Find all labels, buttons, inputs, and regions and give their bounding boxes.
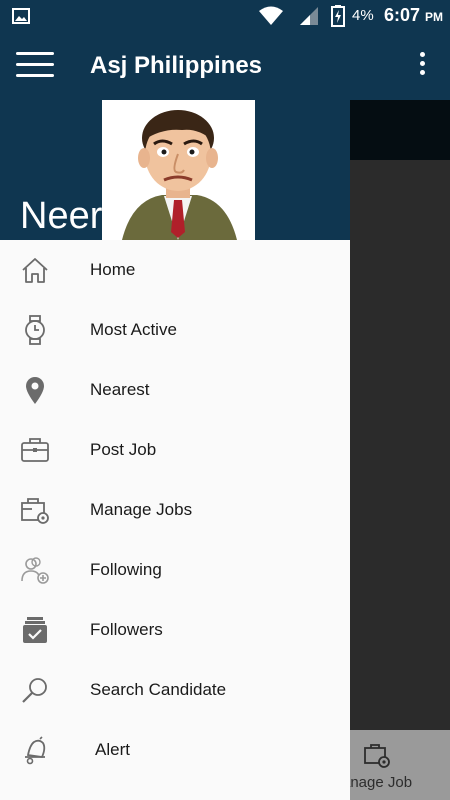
briefcase-icon [21, 438, 49, 462]
briefcase-gear-icon [21, 498, 49, 524]
briefcase-gear-icon [364, 744, 390, 768]
clock: 6:07 PM [384, 5, 443, 26]
bottom-tab-manage-job[interactable]: anage Job [342, 730, 450, 800]
home-icon [22, 258, 48, 283]
drawer-item-followers[interactable]: Followers [0, 600, 350, 660]
drawer-item-label: Home [90, 260, 136, 279]
drawer-item-most-active[interactable]: Most Active [0, 300, 350, 360]
drawer-item-label: Nearest [90, 380, 150, 399]
drawer-item-following[interactable]: Following [0, 540, 350, 600]
clock-time: 6:07 [384, 5, 421, 25]
drawer-item-label: Post Job [90, 440, 157, 459]
wifi-icon [259, 6, 283, 25]
clock-ampm: PM [425, 10, 444, 24]
drawer-item-nearest[interactable]: Nearest [0, 360, 350, 420]
drawer-item-manage-jobs[interactable]: Manage Jobs [0, 480, 350, 540]
search-icon [22, 678, 47, 703]
avatar-caricature-icon [122, 110, 237, 240]
drawer-item-label: Following [90, 560, 162, 579]
drawer-item-search-candidate[interactable]: Search Candidate [0, 660, 350, 720]
app-title: Asj Philippines [90, 52, 263, 79]
drawer-item-alert[interactable]: Alert [0, 720, 350, 780]
drawer-item-label: Manage Jobs [90, 500, 193, 519]
drawer-item-label: Most Active [90, 320, 177, 339]
drawer-item-label: Alert [95, 740, 130, 759]
image-notification-icon [12, 8, 30, 24]
bottom-tab-label: anage Job [342, 774, 413, 791]
avatar[interactable] [102, 100, 255, 240]
users-add-icon [21, 557, 49, 584]
checked-box-icon [23, 617, 47, 643]
status-bar: 4% 6:07 PM [0, 0, 450, 32]
signal-icon [300, 7, 318, 25]
bell-icon [25, 736, 46, 765]
drawer-scrim[interactable] [350, 100, 450, 800]
drawer-item-home[interactable]: Home [0, 240, 350, 300]
battery-charging-icon [331, 5, 345, 27]
battery-percentage: 4% [352, 7, 374, 24]
app-bar: Asj Philippines [0, 32, 450, 100]
drawer-item-label: Followers [90, 620, 163, 639]
watch-icon [25, 315, 45, 345]
overflow-menu-icon[interactable] [412, 52, 432, 82]
location-pin-icon [26, 377, 44, 404]
hamburger-menu-icon[interactable] [16, 52, 54, 80]
drawer-item-label: Search Candidate [90, 680, 227, 699]
content-header-strip [350, 100, 450, 160]
drawer-item-post-job[interactable]: Post Job [0, 420, 350, 480]
navigation-drawer: Home Most Active Nearest Post Job Manage… [0, 240, 350, 800]
